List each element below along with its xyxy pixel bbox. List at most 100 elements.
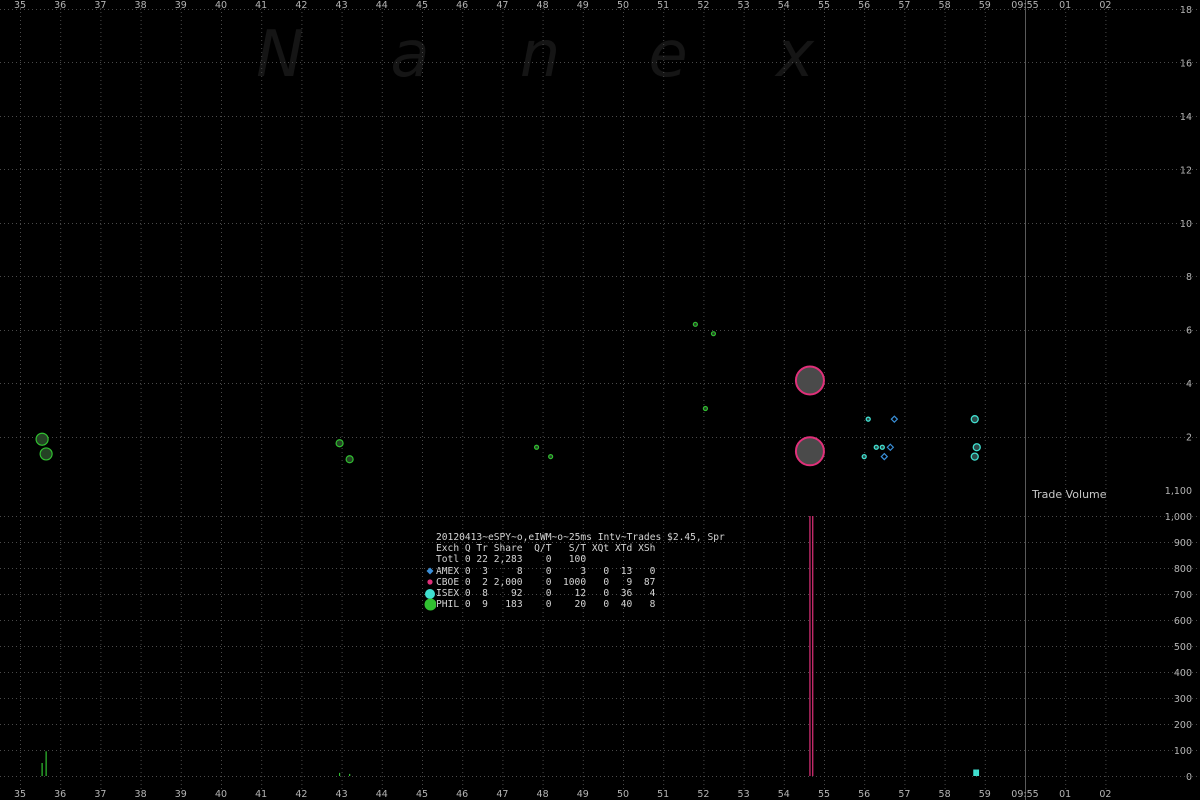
x-tick-label-top: 35 [14,0,26,11]
stats-cell: 22 [476,554,488,566]
x-tick-label-bottom: 40 [215,789,227,800]
stats-header-cell: Q/T [534,543,552,555]
stats-header-cell: XTd [614,543,633,555]
stats-cell: CBOE [436,576,460,588]
stats-title: 20120413~eSPY~o,eIWM~o~25ms Intv~Trades … [436,532,725,543]
stats-cell: 0 [464,554,471,566]
trade-point-phil [548,453,554,460]
trade-point-isex [970,452,979,461]
price-tick-label: 2 [1186,433,1192,444]
volume-tick-label: 200 [1174,720,1192,731]
stats-cell: 8 [649,599,656,611]
x-tick-label-bottom: 51 [657,789,669,800]
x-tick-label-top: 36 [54,0,66,11]
x-tick-label-bottom: 55 [818,789,830,800]
price-tick-label: 4 [1186,379,1192,390]
trade-point-phil [335,439,344,448]
x-tick-label-top: 57 [898,0,910,11]
trade-point-isex [879,444,885,450]
x-tick-label-top: 43 [336,0,348,11]
legend-marker-phil [424,598,436,611]
x-tick-label-bottom: 53 [738,789,750,800]
stats-cell: 13 [620,565,633,577]
x-tick-label-top: 39 [175,0,187,11]
watermark-letter: a [390,18,429,92]
legend-marker-amex [424,567,436,575]
volume-tick-label: 1,000 [1165,512,1192,523]
stats-row-phil: PHIL 0 9 183 0 20 0 40 8 [424,598,725,611]
x-tick-label-bottom: 38 [135,789,147,800]
trade-point-cboe [794,436,825,467]
x-tick-label-top: 09:55 [1011,0,1038,11]
stats-cell: ISEX [436,587,460,599]
x-tick-label-top: 38 [135,0,147,11]
stats-row-isex: ISEX 0 8 92 0 12 0 36 4 [424,588,725,599]
volume-tick-label: 300 [1174,694,1192,705]
trade-point-isex [861,453,867,460]
x-tick-label-top: 48 [537,0,549,11]
stats-cell: 100 [568,554,587,566]
stats-header-cell: XQt [591,543,610,555]
x-tick-label-top: 56 [858,0,870,11]
volume-tick-label: 400 [1174,668,1192,679]
trade-point-amex [880,452,889,461]
stats-cell: 0 [464,599,471,611]
stats-header-cell: Tr [476,543,488,555]
x-tick-label-bottom: 49 [577,789,589,800]
x-tick-label-top: 40 [215,0,227,11]
stats-cell: 0 [545,565,552,577]
stats-cell: 92 [511,587,523,599]
trade-chart: Nanex 35 36 37 38 39 40 41 42 43 44 45 46 47 48 49 50 51… [0,0,1200,800]
watermark-letter: n [520,18,561,92]
x-tick-label-top: 49 [577,0,589,11]
x-tick-label-bottom: 46 [456,789,468,800]
watermark-letter: N [256,18,304,92]
x-tick-label-bottom: 01 [1059,789,1071,800]
stats-cell: 3 [580,565,587,577]
volume-axis-title: Trade Volume [1031,488,1107,501]
trade-point-phil [702,405,709,412]
stats-cell: 0 [464,565,471,577]
x-tick-label-bottom: 39 [175,789,187,800]
stats-cell: 2 [482,576,488,588]
stats-cell: 12 [574,587,587,599]
x-tick-label-bottom: 09:55 [1011,789,1038,800]
stats-cell: 40 [620,599,633,611]
x-tick-label-bottom: 47 [496,789,508,800]
chart-grid [0,8,1200,790]
trade-point-phil [35,432,49,446]
watermark-letter: e [648,18,687,92]
legend-marker-cboe [424,578,436,586]
trade-point-phil [39,447,53,461]
x-tick-label-top: 58 [939,0,951,11]
x-tick-label-top: 45 [416,0,428,11]
x-tick-label-bottom: 35 [14,789,26,800]
x-tick-label-bottom: 42 [295,789,307,800]
stats-cell: 0 [464,587,471,599]
price-tick-label: 10 [1180,219,1192,230]
x-tick-label-top: 52 [697,0,709,11]
stats-cell: 1000 [563,576,587,588]
x-tick-label-bottom: 41 [255,789,267,800]
stats-cell: 0 [649,565,656,577]
stats-row-totl: Totl 0 22 2,283 0 100 [424,554,725,565]
x-tick-label-top: 02 [1099,0,1111,11]
x-tick-label-bottom: 43 [336,789,348,800]
x-tick-label-bottom: 58 [939,789,951,800]
x-tick-label-bottom: 57 [898,789,910,800]
x-tick-label-top: 50 [617,0,629,11]
exchange-stats-table: 20120413~eSPY~o,eIWM~o~25ms Intv~Trades … [424,532,725,611]
trade-point-cboe [794,365,825,396]
stats-cell: 20 [574,599,587,611]
stats-header-row: Exch Q Tr Share Q/T S/T XQt XTd XSh [424,543,725,554]
volume-tick-label: 900 [1174,538,1192,549]
x-tick-label-top: 42 [295,0,307,11]
volume-tick-label: 600 [1174,616,1192,627]
stats-cell: AMEX [436,565,460,577]
x-tick-label-top: 53 [738,0,750,11]
trade-point-phil [533,444,540,450]
x-tick-label-bottom: 02 [1099,789,1111,800]
price-tick-label: 8 [1186,272,1192,283]
x-axis-top-labels: 35 36 37 38 39 40 41 42 43 44 45 46 47 48 49 50 51 52 53 54… [14,0,1111,11]
stats-cell: 0 [545,576,552,588]
